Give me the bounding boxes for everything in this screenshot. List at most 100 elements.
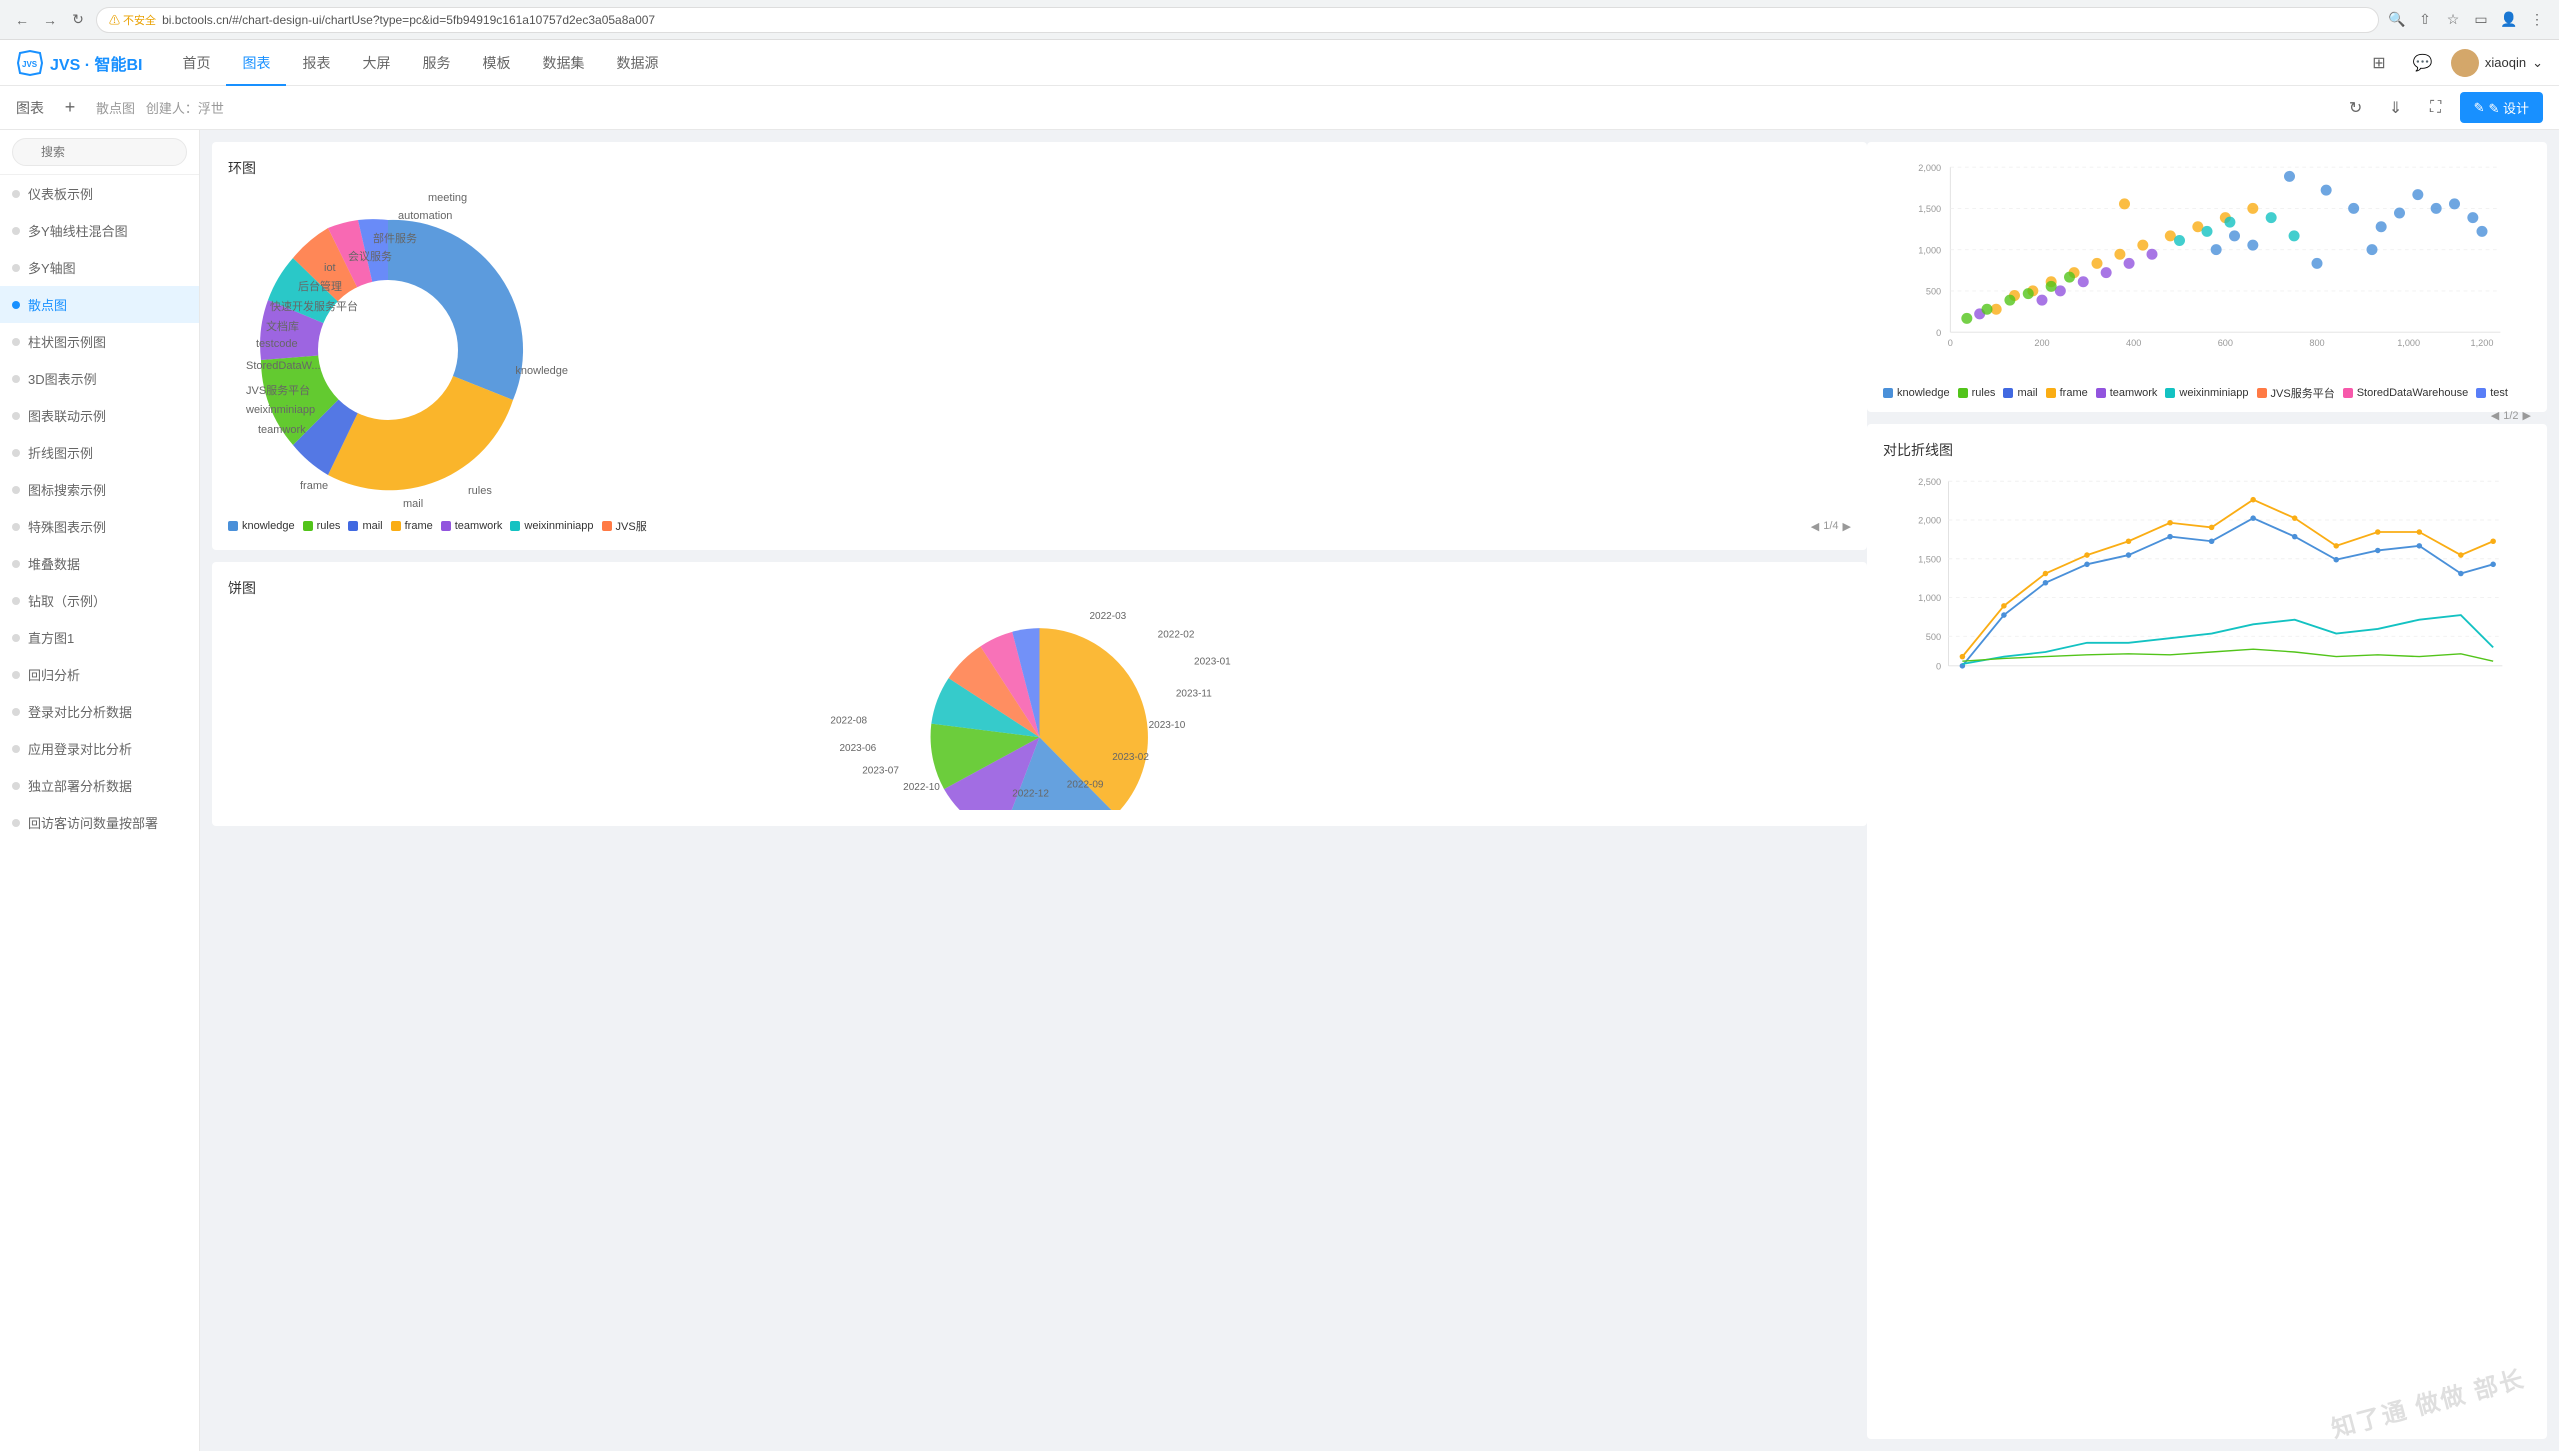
svg-text:1,500: 1,500: [1918, 554, 1941, 564]
scatter-legend-stored[interactable]: StoredDataWarehouse: [2343, 387, 2469, 399]
legend-label-knowledge: knowledge: [242, 520, 295, 532]
sidebar-item-scatter[interactable]: 散点图: [0, 286, 199, 323]
sidebar-item-login-analysis[interactable]: 应用登录对比分析: [0, 730, 199, 767]
scatter-legend-jvs[interactable]: JVS服务平台: [2257, 385, 2335, 401]
next-page-icon[interactable]: ▶: [1843, 520, 1851, 533]
add-button[interactable]: +: [56, 94, 84, 122]
nav-services[interactable]: 服务: [406, 40, 466, 86]
sidebar-dot: [12, 412, 20, 420]
nav-charts[interactable]: 图表: [226, 40, 286, 86]
refresh-button[interactable]: ↻: [2340, 92, 2372, 124]
browser-bookmark-button[interactable]: ☆: [2443, 10, 2463, 30]
scatter-legend-knowledge[interactable]: knowledge: [1883, 387, 1950, 399]
scatter-legend-rules[interactable]: rules: [1958, 387, 1996, 399]
legend-teamwork[interactable]: teamwork: [441, 520, 503, 532]
scatter-dot-rules: [1958, 388, 1968, 398]
chat-icon-button[interactable]: 💬: [2407, 47, 2439, 79]
legend-rules[interactable]: rules: [303, 520, 341, 532]
sidebar-dot: [12, 190, 20, 198]
left-charts-column: 环图: [212, 142, 1867, 1439]
sidebar-item-line[interactable]: 折线图示例: [0, 434, 199, 471]
scatter-legend-test[interactable]: test: [2476, 387, 2508, 399]
svg-text:2023-10: 2023-10: [1149, 720, 1186, 731]
line-svg: 2,500 2,000 1,500 1,000 500 0: [1883, 472, 2531, 712]
nav-reports[interactable]: 报表: [286, 40, 346, 86]
fullscreen-button[interactable]: ⛶: [2420, 92, 2452, 124]
scatter-label-teamwork: teamwork: [2110, 387, 2158, 399]
scatter-legend-frame[interactable]: frame: [2046, 387, 2088, 399]
label-rapid-dev: 快速开发服务平台: [270, 298, 358, 314]
legend-dot-frame: [391, 521, 401, 531]
sidebar-item-deploy[interactable]: 独立部署分析数据: [0, 767, 199, 804]
sidebar-dot: [12, 634, 20, 642]
sidebar-item-visitor[interactable]: 回访客访问数量按部署: [0, 804, 199, 841]
sidebar-item-icon-search[interactable]: 图标搜索示例: [0, 471, 199, 508]
sidebar-item-linkage[interactable]: 图表联动示例: [0, 397, 199, 434]
legend-jvs[interactable]: JVS服: [602, 518, 647, 534]
user-info[interactable]: xiaoqin ⌄: [2451, 49, 2543, 77]
sidebar-item-3d[interactable]: 3D图表示例: [0, 360, 199, 397]
nav-home[interactable]: 首页: [166, 40, 226, 86]
sidebar-item-histogram[interactable]: 直方图1: [0, 619, 199, 656]
scatter-legend-weixinminiapp[interactable]: weixinminiapp: [2165, 387, 2248, 399]
forward-button[interactable]: →: [40, 10, 60, 30]
browser-extension-button[interactable]: ▭: [2471, 10, 2491, 30]
legend-mail[interactable]: mail: [348, 520, 382, 532]
app-logo[interactable]: JVS JVS · 智能BI: [16, 49, 142, 77]
legend-frame[interactable]: frame: [391, 520, 433, 532]
url-bar[interactable]: ⚠ 不安全 bi.bctools.cn/#/chart-design-ui/ch…: [96, 7, 2379, 33]
nav-menu: 首页 图表 报表 大屏 服务 模板 数据集 数据源: [166, 40, 2362, 86]
sidebar-item-drill[interactable]: 钻取（示例）: [0, 582, 199, 619]
legend-dot-mail: [348, 521, 358, 531]
label-weixin: weixinminiapp: [246, 404, 315, 416]
username: xiaoqin: [2485, 55, 2526, 70]
label-mail: mail: [403, 498, 423, 510]
sidebar-item-multi-y[interactable]: 多Y轴线柱混合图: [0, 212, 199, 249]
sidebar-item-stack[interactable]: 堆叠数据: [0, 545, 199, 582]
grid-icon-button[interactable]: ⊞: [2363, 47, 2395, 79]
label-doclib: 文档库: [266, 318, 299, 334]
scatter-dot-mail: [2003, 388, 2013, 398]
sidebar-item-dashboard[interactable]: 仪表板示例: [0, 175, 199, 212]
sidebar-item-special[interactable]: 特殊图表示例: [0, 508, 199, 545]
legend-dot-weixinminiapp: [510, 521, 520, 531]
nav-templates[interactable]: 模板: [466, 40, 526, 86]
sidebar-item-login-data[interactable]: 登录对比分析数据: [0, 693, 199, 730]
line-chart-title: 对比折线图: [1883, 440, 2531, 460]
svg-text:0: 0: [1948, 338, 1953, 348]
scatter-prev-icon[interactable]: ◀: [2491, 409, 2499, 422]
scatter-legend-mail[interactable]: mail: [2003, 387, 2037, 399]
browser-share-button[interactable]: ⇧: [2415, 10, 2435, 30]
scatter-legend-teamwork[interactable]: teamwork: [2096, 387, 2158, 399]
sidebar-dot: [12, 745, 20, 753]
sidebar-item-regression[interactable]: 回归分析: [0, 656, 199, 693]
nav-screen[interactable]: 大屏: [346, 40, 406, 86]
browser-menu-button[interactable]: ⋮: [2527, 10, 2547, 30]
back-button[interactable]: ←: [12, 10, 32, 30]
scatter-dot-stored: [2343, 388, 2353, 398]
logo-text: JVS · 智能BI: [50, 51, 142, 75]
browser-search-button[interactable]: 🔍: [2387, 10, 2407, 30]
label-teamwork: teamwork: [258, 424, 306, 436]
download-button[interactable]: ⇓: [2380, 92, 2412, 124]
sidebar-item-bar[interactable]: 柱状图示例图: [0, 323, 199, 360]
svg-text:2022-03: 2022-03: [1090, 611, 1127, 622]
toolbar-actions: ↻ ⇓ ⛶ ✎ ✎ 设计: [2340, 92, 2543, 124]
scatter-dot-frame: [2046, 388, 2056, 398]
prev-page-icon[interactable]: ◀: [1811, 520, 1819, 533]
svg-text:500: 500: [1926, 632, 1941, 642]
sidebar-item-multi-y-chart[interactable]: 多Y轴图: [0, 249, 199, 286]
nav-datasources[interactable]: 数据源: [600, 40, 674, 86]
svg-text:JVS: JVS: [22, 60, 38, 69]
scatter-next-icon[interactable]: ▶: [2523, 409, 2531, 422]
scatter-label-test: test: [2490, 387, 2508, 399]
design-button[interactable]: ✎ ✎ 设计: [2460, 92, 2543, 123]
legend-weixinminiapp[interactable]: weixinminiapp: [510, 520, 593, 532]
donut-legend-page: ◀ 1/4 ▶: [1811, 520, 1851, 533]
search-input[interactable]: [12, 138, 187, 166]
legend-knowledge[interactable]: knowledge: [228, 520, 295, 532]
nav-datasets[interactable]: 数据集: [526, 40, 600, 86]
browser-profile-button[interactable]: 👤: [2499, 10, 2519, 30]
refresh-button[interactable]: ↻: [68, 10, 88, 30]
svg-text:2022-09: 2022-09: [1067, 779, 1104, 790]
